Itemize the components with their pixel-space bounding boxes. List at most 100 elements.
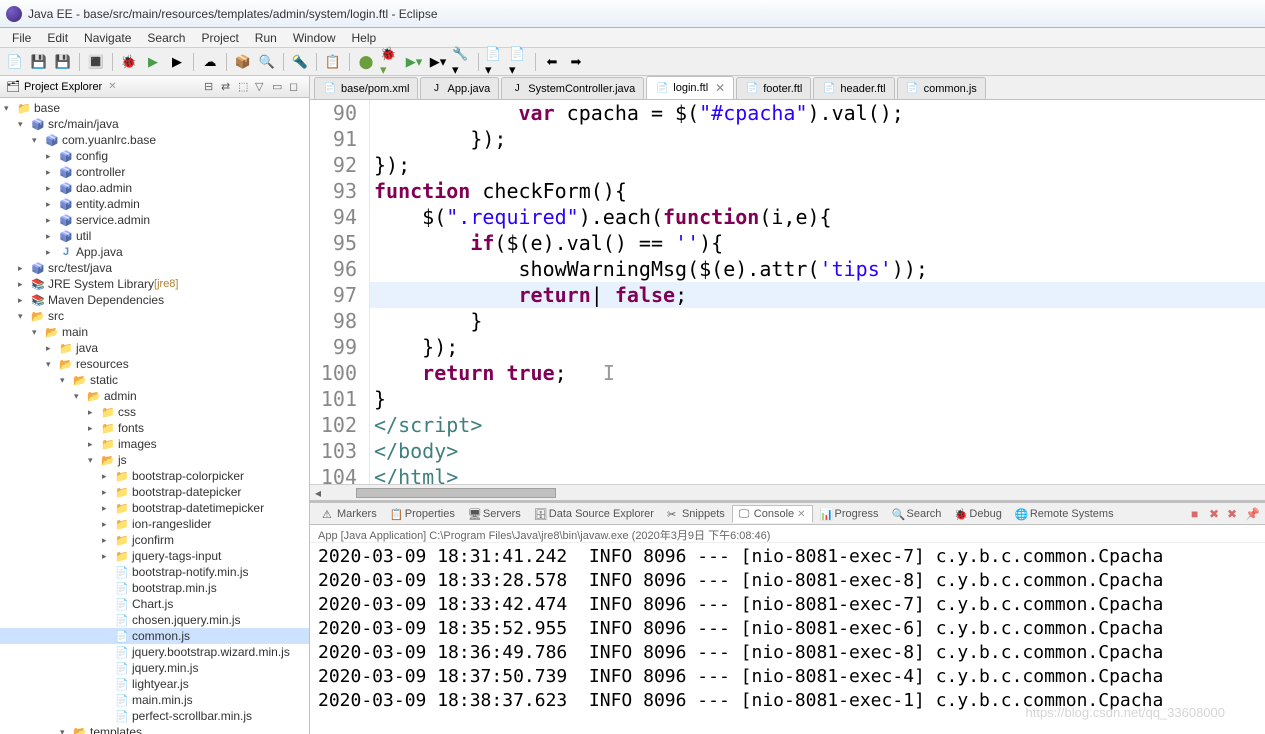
remove-launch-button[interactable]: ✖ <box>1209 507 1223 521</box>
tree-node[interactable]: main.min.js <box>0 692 309 708</box>
tree-node[interactable]: common.js <box>0 628 309 644</box>
panel-tab-search[interactable]: 🔍Search <box>886 506 948 522</box>
maximize-icon[interactable]: ◻ <box>289 80 303 94</box>
expand-arrow-icon[interactable]: ▸ <box>46 199 58 210</box>
editor-tab[interactable]: 📄footer.ftl <box>736 77 811 99</box>
tree-node[interactable]: ▸ion-rangeslider <box>0 516 309 532</box>
save-all-button[interactable]: 💾 <box>52 51 74 73</box>
tree-node[interactable]: ▾js <box>0 452 309 468</box>
expand-arrow-icon[interactable]: ▾ <box>18 311 30 322</box>
tree-node[interactable]: ▾resources <box>0 356 309 372</box>
tree-node[interactable]: ▾templates <box>0 724 309 734</box>
toggle-button[interactable]: 🔳 <box>85 51 107 73</box>
menu-window[interactable]: Window <box>285 29 344 47</box>
tree-node[interactable]: lightyear.js <box>0 676 309 692</box>
back-button[interactable]: ⬅ <box>541 51 563 73</box>
external-tools-button[interactable]: 🔧▾ <box>451 51 473 73</box>
tree-node[interactable]: jquery.bootstrap.wizard.min.js <box>0 644 309 660</box>
tree-node[interactable]: ▸controller <box>0 164 309 180</box>
tree-node[interactable]: ▸bootstrap-datepicker <box>0 484 309 500</box>
tab-close-icon[interactable]: ✕ <box>108 81 116 92</box>
expand-arrow-icon[interactable]: ▸ <box>46 231 58 242</box>
expand-arrow-icon[interactable]: ▸ <box>88 439 100 450</box>
collapse-all-icon[interactable]: ⊟ <box>204 80 218 94</box>
tree-node[interactable]: ▸config <box>0 148 309 164</box>
minimize-icon[interactable]: ▭ <box>272 80 286 94</box>
run-last-button[interactable]: ▶ <box>166 51 188 73</box>
code-line[interactable]: </body> <box>370 438 1265 464</box>
editor-tab[interactable]: 📄base/pom.xml <box>314 77 418 99</box>
editor-tab[interactable]: 📄login.ftl✕ <box>646 76 734 99</box>
tree-node[interactable]: ▾admin <box>0 388 309 404</box>
open-type-button[interactable]: 🔍 <box>256 51 278 73</box>
new-class-button[interactable]: 📄▾ <box>484 51 506 73</box>
tree-node[interactable]: ▸dao.admin <box>0 180 309 196</box>
tree-node[interactable]: ▸java <box>0 340 309 356</box>
new-button[interactable]: 📄 <box>4 51 26 73</box>
focus-icon[interactable]: ⬚ <box>238 80 252 94</box>
tree-node[interactable]: ▾src/main/java <box>0 116 309 132</box>
expand-arrow-icon[interactable]: ▾ <box>32 327 44 338</box>
editor-tab[interactable]: JApp.java <box>420 77 499 99</box>
run-dropdown-button[interactable]: ▶▾ <box>403 51 425 73</box>
debug-dropdown-button[interactable]: 🐞▾ <box>379 51 401 73</box>
tree-node[interactable]: jquery.min.js <box>0 660 309 676</box>
close-tab-icon[interactable]: ✕ <box>715 81 725 95</box>
tree-node[interactable]: ▸src/test/java <box>0 260 309 276</box>
link-editor-icon[interactable]: ⇄ <box>221 80 235 94</box>
debug-button[interactable]: 🐞 <box>118 51 140 73</box>
menu-edit[interactable]: Edit <box>39 29 76 47</box>
expand-arrow-icon[interactable]: ▸ <box>102 503 114 514</box>
code-line[interactable]: return| false; <box>370 282 1265 308</box>
format-button[interactable]: 📋 <box>322 51 344 73</box>
tree-node[interactable]: ▸bootstrap-colorpicker <box>0 468 309 484</box>
expand-arrow-icon[interactable]: ▸ <box>102 551 114 562</box>
view-menu-icon[interactable]: ▽ <box>255 80 269 94</box>
code-line[interactable]: }); <box>370 152 1265 178</box>
code-line[interactable]: } <box>370 386 1265 412</box>
code-line[interactable]: </script> <box>370 412 1265 438</box>
tree-node[interactable]: ▸JRE System Library [jre8] <box>0 276 309 292</box>
menu-project[interactable]: Project <box>193 29 246 47</box>
code-lines[interactable]: var cpacha = $("#cpacha").val(); });});f… <box>370 100 1265 484</box>
tree-node[interactable]: ▾main <box>0 324 309 340</box>
console-output[interactable]: 2020-03-09 18:31:41.242 INFO 8096 --- [n… <box>310 543 1265 734</box>
code-line[interactable]: if($(e).val() == ''){ <box>370 230 1265 256</box>
code-editor[interactable]: 90919293949596979899100101102103104 var … <box>310 100 1265 484</box>
editor-tab[interactable]: 📄common.js <box>897 77 986 99</box>
expand-arrow-icon[interactable]: ▾ <box>60 375 72 386</box>
editor-tab[interactable]: JSystemController.java <box>501 77 644 99</box>
tree-node[interactable]: bootstrap.min.js <box>0 580 309 596</box>
expand-arrow-icon[interactable]: ▸ <box>102 519 114 530</box>
expand-arrow-icon[interactable]: ▸ <box>46 183 58 194</box>
tree-node[interactable]: ▸jquery-tags-input <box>0 548 309 564</box>
tree-node[interactable]: perfect-scrollbar.min.js <box>0 708 309 724</box>
code-line[interactable]: }); <box>370 126 1265 152</box>
tree-node[interactable]: ▾src <box>0 308 309 324</box>
scroll-left-icon[interactable]: ◂ <box>310 486 326 500</box>
expand-arrow-icon[interactable]: ▸ <box>46 247 58 258</box>
tree-node[interactable]: ▸images <box>0 436 309 452</box>
menu-file[interactable]: File <box>4 29 39 47</box>
expand-arrow-icon[interactable]: ▾ <box>74 391 86 402</box>
panel-tab-properties[interactable]: 📋Properties <box>384 506 461 522</box>
run-button[interactable]: ▶ <box>142 51 164 73</box>
menu-help[interactable]: Help <box>344 29 385 47</box>
tree-node[interactable]: ▸entity.admin <box>0 196 309 212</box>
menu-navigate[interactable]: Navigate <box>76 29 139 47</box>
expand-arrow-icon[interactable]: ▾ <box>32 135 44 146</box>
tree-node[interactable]: ▾com.yuanlrc.base <box>0 132 309 148</box>
tree-node[interactable]: ▸App.java <box>0 244 309 260</box>
code-line[interactable]: }); <box>370 334 1265 360</box>
server-button[interactable]: ☁ <box>199 51 221 73</box>
tree-node[interactable]: ▾static <box>0 372 309 388</box>
panel-tab-console[interactable]: 🖵Console ✕ <box>732 505 813 523</box>
close-icon[interactable]: ✕ <box>797 509 805 520</box>
expand-arrow-icon[interactable]: ▸ <box>46 343 58 354</box>
panel-tab-servers[interactable]: 🖥Servers <box>462 506 527 522</box>
coverage-button[interactable]: ▶▾ <box>427 51 449 73</box>
tree-node[interactable]: bootstrap-notify.min.js <box>0 564 309 580</box>
expand-arrow-icon[interactable]: ▸ <box>18 263 30 274</box>
menu-search[interactable]: Search <box>139 29 193 47</box>
expand-arrow-icon[interactable]: ▾ <box>46 359 58 370</box>
